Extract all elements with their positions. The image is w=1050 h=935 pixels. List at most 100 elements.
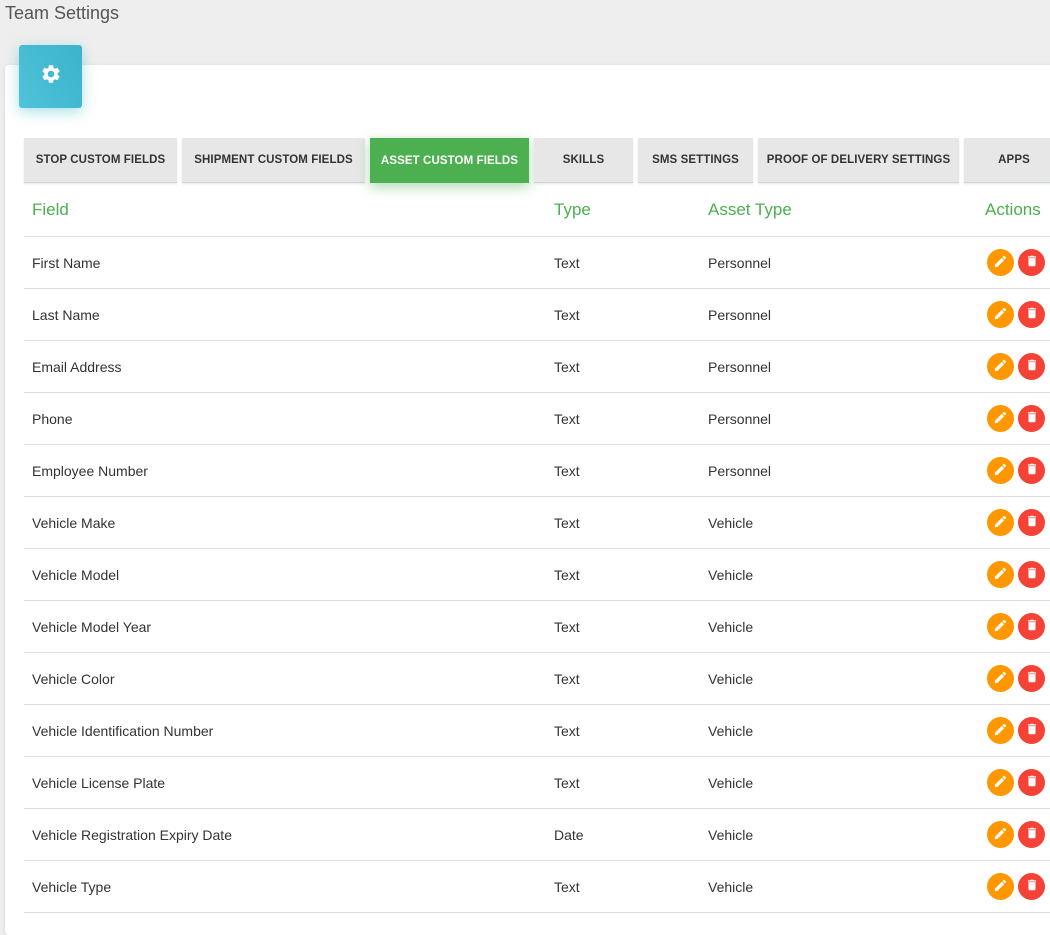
edit-button[interactable] — [987, 873, 1014, 900]
cell-actions — [970, 548, 1050, 601]
edit-button[interactable] — [987, 665, 1014, 692]
delete-button[interactable] — [1018, 717, 1045, 744]
edit-icon — [993, 566, 1008, 584]
table-row: Vehicle Type Text Vehicle — [24, 860, 1050, 913]
delete-icon — [1025, 618, 1039, 635]
cell-actions — [970, 496, 1050, 549]
cell-field: First Name — [24, 236, 554, 289]
cell-actions — [970, 392, 1050, 445]
cell-field: Vehicle Color — [24, 652, 554, 705]
cell-field: Vehicle Model — [24, 548, 554, 601]
table-row: Vehicle Registration Expiry Date Date Ve… — [24, 808, 1050, 861]
edit-button[interactable] — [987, 405, 1014, 432]
edit-button[interactable] — [987, 509, 1014, 536]
edit-button[interactable] — [987, 821, 1014, 848]
delete-button[interactable] — [1018, 249, 1045, 276]
cell-actions — [970, 444, 1050, 497]
tab-asset-custom-fields[interactable]: ASSET CUSTOM FIELDS — [370, 138, 529, 183]
cell-asset-type: Personnel — [708, 340, 970, 393]
column-header-asset-type: Asset Type — [708, 184, 970, 237]
edit-button[interactable] — [987, 561, 1014, 588]
delete-button[interactable] — [1018, 353, 1045, 380]
cell-type: Text — [554, 600, 708, 653]
column-header-type: Type — [554, 184, 708, 237]
column-header-field: Field — [24, 184, 554, 237]
delete-button[interactable] — [1018, 301, 1045, 328]
delete-icon — [1025, 826, 1039, 843]
cell-field: Vehicle Registration Expiry Date — [24, 808, 554, 861]
cell-type: Text — [554, 652, 708, 705]
delete-icon — [1025, 358, 1039, 375]
delete-button[interactable] — [1018, 561, 1045, 588]
cell-field: Email Address — [24, 340, 554, 393]
cell-actions — [970, 340, 1050, 393]
delete-button[interactable] — [1018, 509, 1045, 536]
cell-asset-type: Personnel — [708, 236, 970, 289]
tab-sms-settings[interactable]: SMS SETTINGS — [638, 138, 753, 183]
delete-button[interactable] — [1018, 769, 1045, 796]
delete-button[interactable] — [1018, 405, 1045, 432]
page-title: Team Settings — [5, 3, 120, 23]
delete-button[interactable] — [1018, 665, 1045, 692]
cell-actions — [970, 288, 1050, 341]
table-row: Vehicle Model Year Text Vehicle — [24, 600, 1050, 653]
edit-icon — [993, 254, 1008, 272]
table-row: Vehicle Color Text Vehicle — [24, 652, 1050, 705]
edit-icon — [993, 514, 1008, 532]
edit-icon — [993, 358, 1008, 376]
cell-asset-type: Vehicle — [708, 704, 970, 757]
edit-icon — [993, 306, 1008, 324]
edit-button[interactable] — [987, 353, 1014, 380]
edit-button[interactable] — [987, 717, 1014, 744]
delete-icon — [1025, 462, 1039, 479]
delete-button[interactable] — [1018, 457, 1045, 484]
tab-shipment-custom-fields[interactable]: SHIPMENT CUSTOM FIELDS — [182, 138, 365, 183]
cell-type: Text — [554, 340, 708, 393]
delete-button[interactable] — [1018, 613, 1045, 640]
cell-field: Phone — [24, 392, 554, 445]
cell-actions — [970, 652, 1050, 705]
table-header-row: Field Type Asset Type Actions — [24, 184, 1050, 237]
cell-asset-type: Vehicle — [708, 548, 970, 601]
delete-icon — [1025, 306, 1039, 323]
cell-field: Vehicle Make — [24, 496, 554, 549]
edit-button[interactable] — [987, 457, 1014, 484]
cell-asset-type: Vehicle — [708, 652, 970, 705]
edit-icon — [993, 826, 1008, 844]
tab-stop-custom-fields[interactable]: STOP CUSTOM FIELDS — [24, 138, 177, 183]
table-row: Vehicle Identification Number Text Vehic… — [24, 704, 1050, 757]
delete-button[interactable] — [1018, 821, 1045, 848]
card-header-icon-box — [19, 45, 82, 108]
delete-icon — [1025, 410, 1039, 427]
cell-type: Text — [554, 444, 708, 497]
delete-icon — [1025, 774, 1039, 791]
cell-asset-type: Personnel — [708, 288, 970, 341]
cell-asset-type: Personnel — [708, 392, 970, 445]
cell-field: Vehicle License Plate — [24, 756, 554, 809]
cell-asset-type: Vehicle — [708, 496, 970, 549]
tab-apps[interactable]: APPS — [964, 138, 1050, 183]
table-row: Employee Number Text Personnel — [24, 444, 1050, 497]
table-row: Vehicle License Plate Text Vehicle — [24, 756, 1050, 809]
edit-button[interactable] — [987, 613, 1014, 640]
delete-icon — [1025, 514, 1039, 531]
table-row: Vehicle Model Text Vehicle — [24, 548, 1050, 601]
table-row: Last Name Text Personnel — [24, 288, 1050, 341]
cell-actions — [970, 808, 1050, 861]
gear-icon — [40, 63, 62, 90]
cell-type: Text — [554, 704, 708, 757]
edit-button[interactable] — [987, 301, 1014, 328]
cell-type: Text — [554, 392, 708, 445]
delete-icon — [1025, 670, 1039, 687]
edit-button[interactable] — [987, 769, 1014, 796]
tab-skills[interactable]: SKILLS — [534, 138, 633, 183]
cell-asset-type: Vehicle — [708, 756, 970, 809]
cell-asset-type: Vehicle — [708, 808, 970, 861]
cell-field: Vehicle Type — [24, 860, 554, 913]
edit-button[interactable] — [987, 249, 1014, 276]
edit-icon — [993, 722, 1008, 740]
delete-button[interactable] — [1018, 873, 1045, 900]
table-row: First Name Text Personnel — [24, 236, 1050, 289]
tab-proof-of-delivery-settings[interactable]: PROOF OF DELIVERY SETTINGS — [758, 138, 959, 183]
cell-asset-type: Vehicle — [708, 860, 970, 913]
